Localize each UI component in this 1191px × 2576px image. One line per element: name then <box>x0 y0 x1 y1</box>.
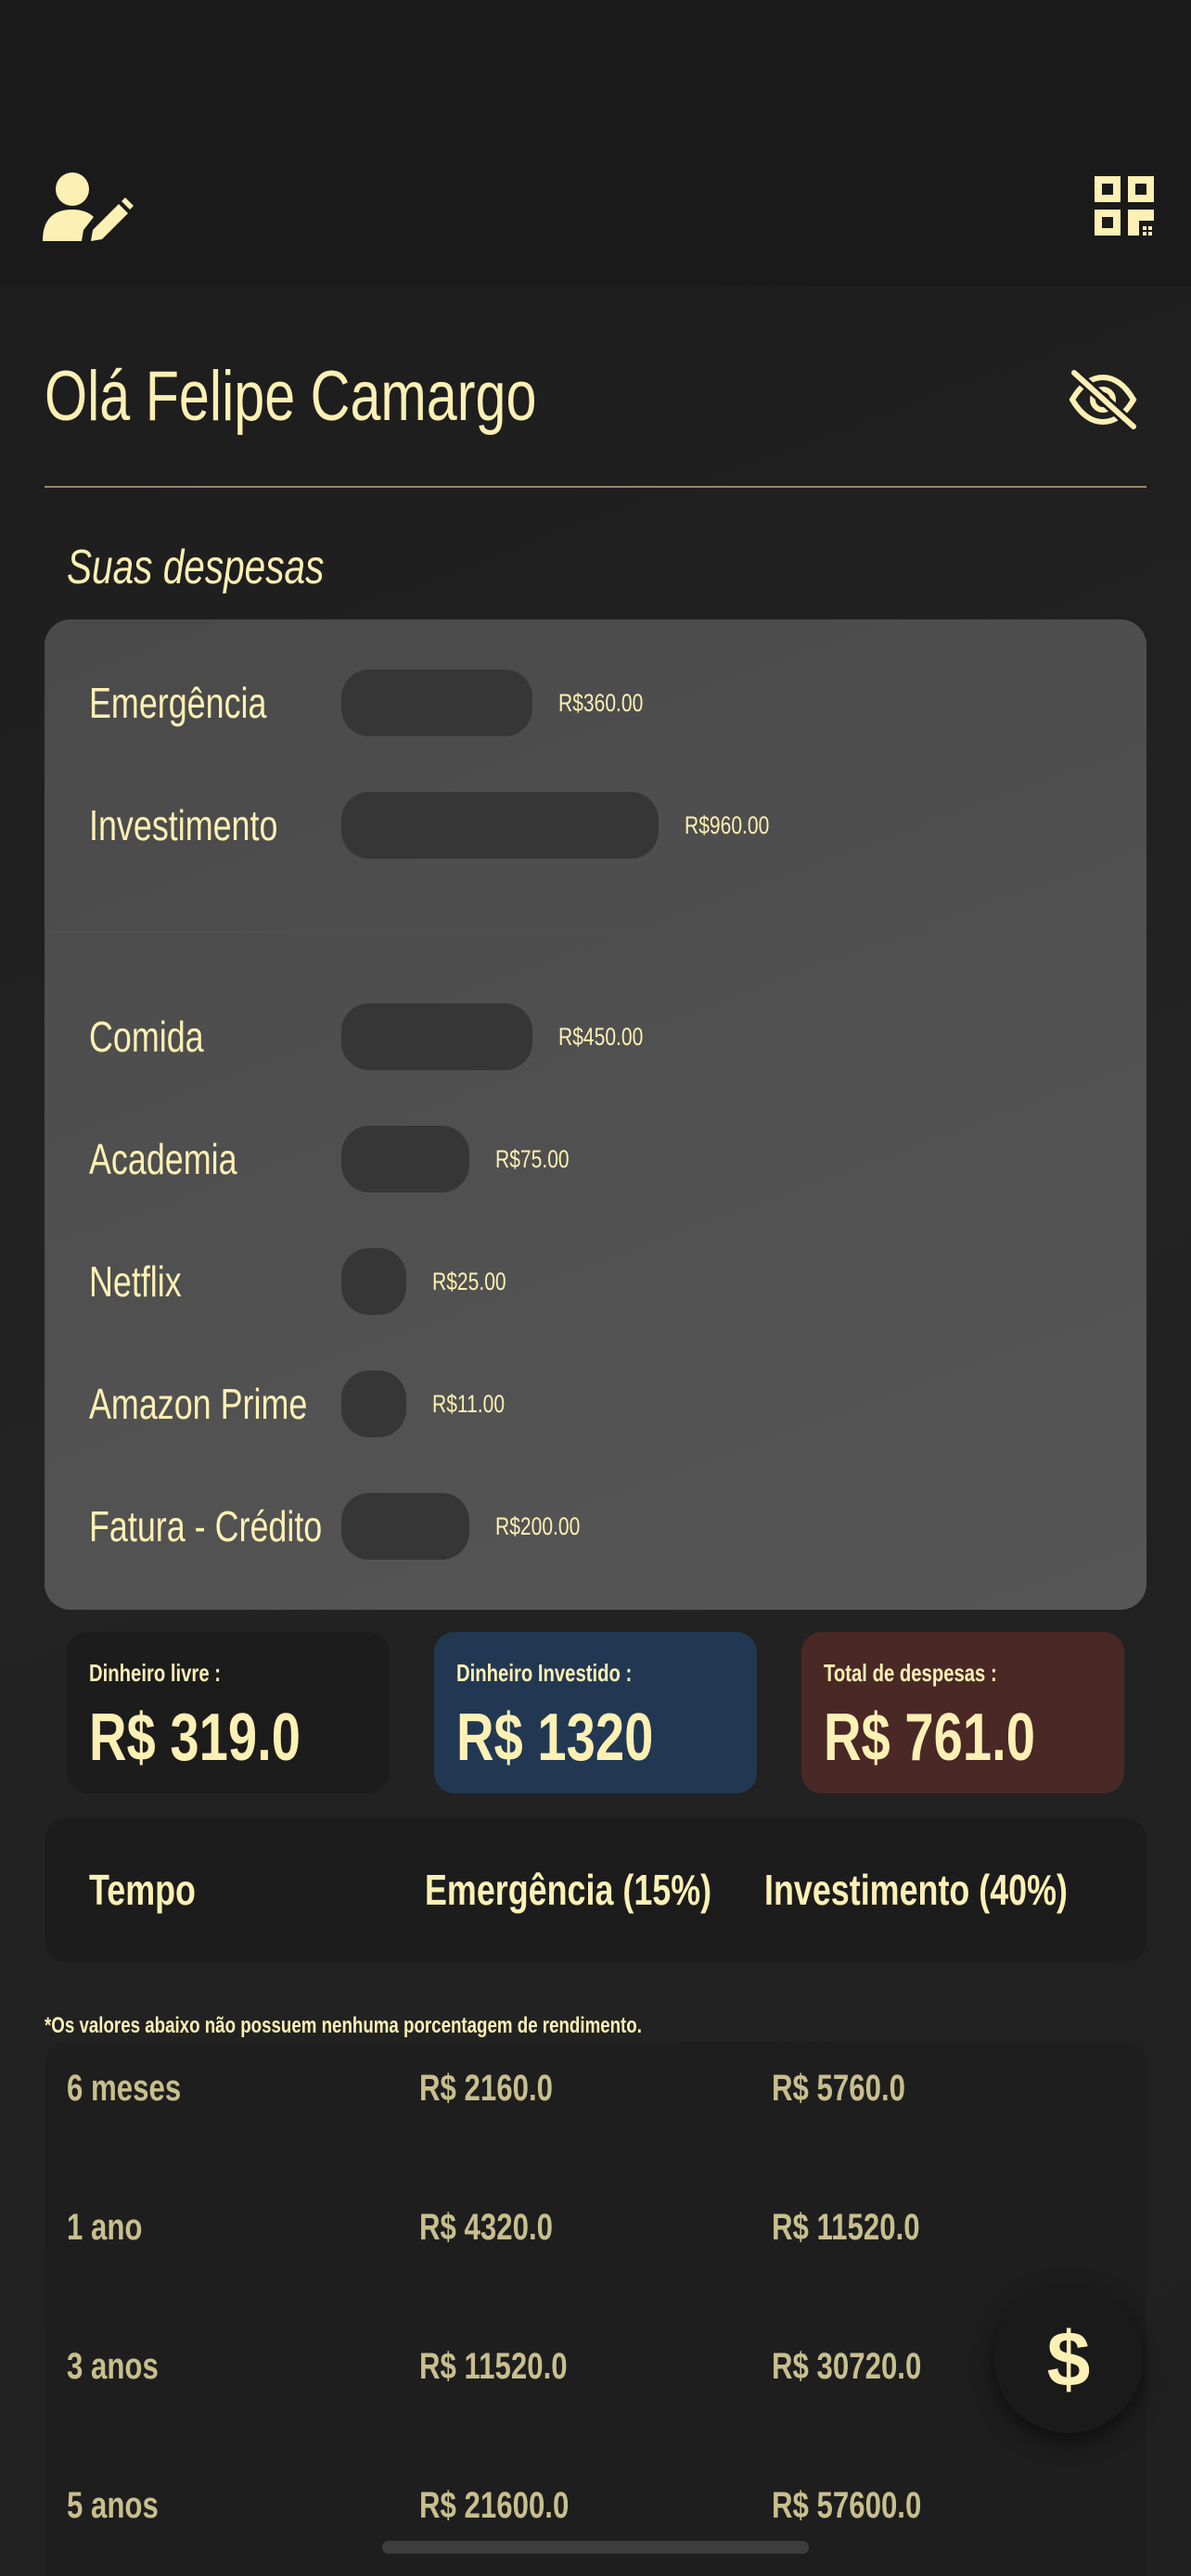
home-indicator[interactable] <box>382 2541 809 2554</box>
cell-emergency: R$ 4320.0 <box>419 2207 553 2248</box>
cell-investment: R$ 11520.0 <box>772 2207 920 2248</box>
greeting-title: Olá Felipe Camargo <box>45 357 537 436</box>
expense-group-divider <box>45 931 1146 933</box>
expense-name: Emergência <box>89 679 267 727</box>
stat-label: Dinheiro livre : <box>89 1659 221 1687</box>
cell-period: 3 anos <box>67 2346 159 2387</box>
expense-amount: R$75.00 <box>495 1145 570 1173</box>
expense-row-comida[interactable]: Comida R$450.00 <box>45 1003 1146 1070</box>
stat-label: Dinheiro Investido : <box>456 1659 633 1687</box>
expense-name: Amazon Prime <box>89 1380 308 1428</box>
stat-value: R$ 1320 <box>456 1701 654 1775</box>
expense-bar <box>341 1248 406 1315</box>
expense-bar <box>341 670 532 736</box>
user-edit-icon[interactable] <box>41 171 134 245</box>
expense-name: Academia <box>89 1135 237 1183</box>
expense-name: Investimento <box>89 801 278 849</box>
stat-value: R$ 319.0 <box>89 1701 301 1775</box>
table-row: 6 meses R$ 2160.0 R$ 5760.0 <box>45 2059 1146 2118</box>
cell-emergency: R$ 2160.0 <box>419 2068 553 2109</box>
top-bar <box>0 0 1191 287</box>
expense-bar <box>341 1371 406 1437</box>
expense-bar <box>341 1126 469 1192</box>
expenses-card: Emergência R$360.00 Investimento R$960.0… <box>45 619 1146 1610</box>
add-expense-fab[interactable]: $ <box>994 2285 1143 2433</box>
expense-row-academia[interactable]: Academia R$75.00 <box>45 1126 1146 1192</box>
expense-row-emergencia[interactable]: Emergência R$360.00 <box>45 670 1146 736</box>
cell-investment: R$ 30720.0 <box>772 2346 922 2387</box>
qr-code-icon[interactable] <box>1095 176 1154 237</box>
expense-row-amazon-prime[interactable]: Amazon Prime R$11.00 <box>45 1371 1146 1437</box>
stat-card-total-expenses: Total de despesas : R$ 761.0 <box>801 1632 1124 1793</box>
expense-name: Netflix <box>89 1257 182 1306</box>
cell-period: 5 anos <box>67 2485 159 2526</box>
table-row: 1 ano R$ 4320.0 R$ 11520.0 <box>45 2198 1146 2257</box>
cell-emergency: R$ 11520.0 <box>419 2346 568 2387</box>
expense-row-fatura-credito[interactable]: Fatura - Crédito R$200.00 <box>45 1493 1146 1560</box>
eye-off-icon[interactable] <box>1067 369 1139 430</box>
expense-amount: R$11.00 <box>432 1390 506 1418</box>
projection-header: Tempo Emergência (15%) Investimento (40%… <box>45 1817 1146 1962</box>
cell-investment: R$ 57600.0 <box>772 2485 922 2526</box>
table-row: 5 anos R$ 21600.0 R$ 57600.0 <box>45 2476 1146 2535</box>
expense-name: Comida <box>89 1013 204 1061</box>
cell-investment: R$ 5760.0 <box>772 2068 905 2109</box>
expense-amount: R$960.00 <box>685 811 770 839</box>
expense-bar <box>341 1493 469 1560</box>
stat-card-invested-money: Dinheiro Investido : R$ 1320 <box>434 1632 757 1793</box>
stat-value: R$ 761.0 <box>824 1701 1035 1775</box>
table-row: 3 anos R$ 11520.0 R$ 30720.0 <box>45 2337 1146 2396</box>
expense-amount: R$360.00 <box>558 689 644 717</box>
projection-table: 6 meses R$ 2160.0 R$ 5760.0 1 ano R$ 432… <box>45 2042 1146 2576</box>
cell-period: 6 meses <box>67 2068 182 2109</box>
column-header-investimento: Investimento (40%) <box>764 1866 1068 1914</box>
expense-bar <box>341 792 659 859</box>
expense-row-investimento[interactable]: Investimento R$960.00 <box>45 792 1146 859</box>
expense-amount: R$25.00 <box>432 1268 506 1295</box>
expense-amount: R$450.00 <box>558 1023 644 1051</box>
column-header-tempo: Tempo <box>89 1866 196 1914</box>
column-header-emergencia: Emergência (15%) <box>425 1866 712 1914</box>
cell-emergency: R$ 21600.0 <box>419 2485 570 2526</box>
expense-row-netflix[interactable]: Netflix R$25.00 <box>45 1248 1146 1315</box>
dollar-icon: $ <box>1046 2315 1091 2403</box>
section-title: Suas despesas <box>67 541 325 594</box>
projection-note: *Os valores abaixo não possuem nenhuma p… <box>45 2013 642 2038</box>
stat-label: Total de despesas : <box>824 1659 997 1687</box>
expense-amount: R$200.00 <box>495 1512 581 1540</box>
stat-card-free-money: Dinheiro livre : R$ 319.0 <box>67 1632 390 1793</box>
expense-bar <box>341 1003 532 1070</box>
cell-period: 1 ano <box>67 2207 143 2248</box>
greeting-divider <box>45 486 1146 488</box>
